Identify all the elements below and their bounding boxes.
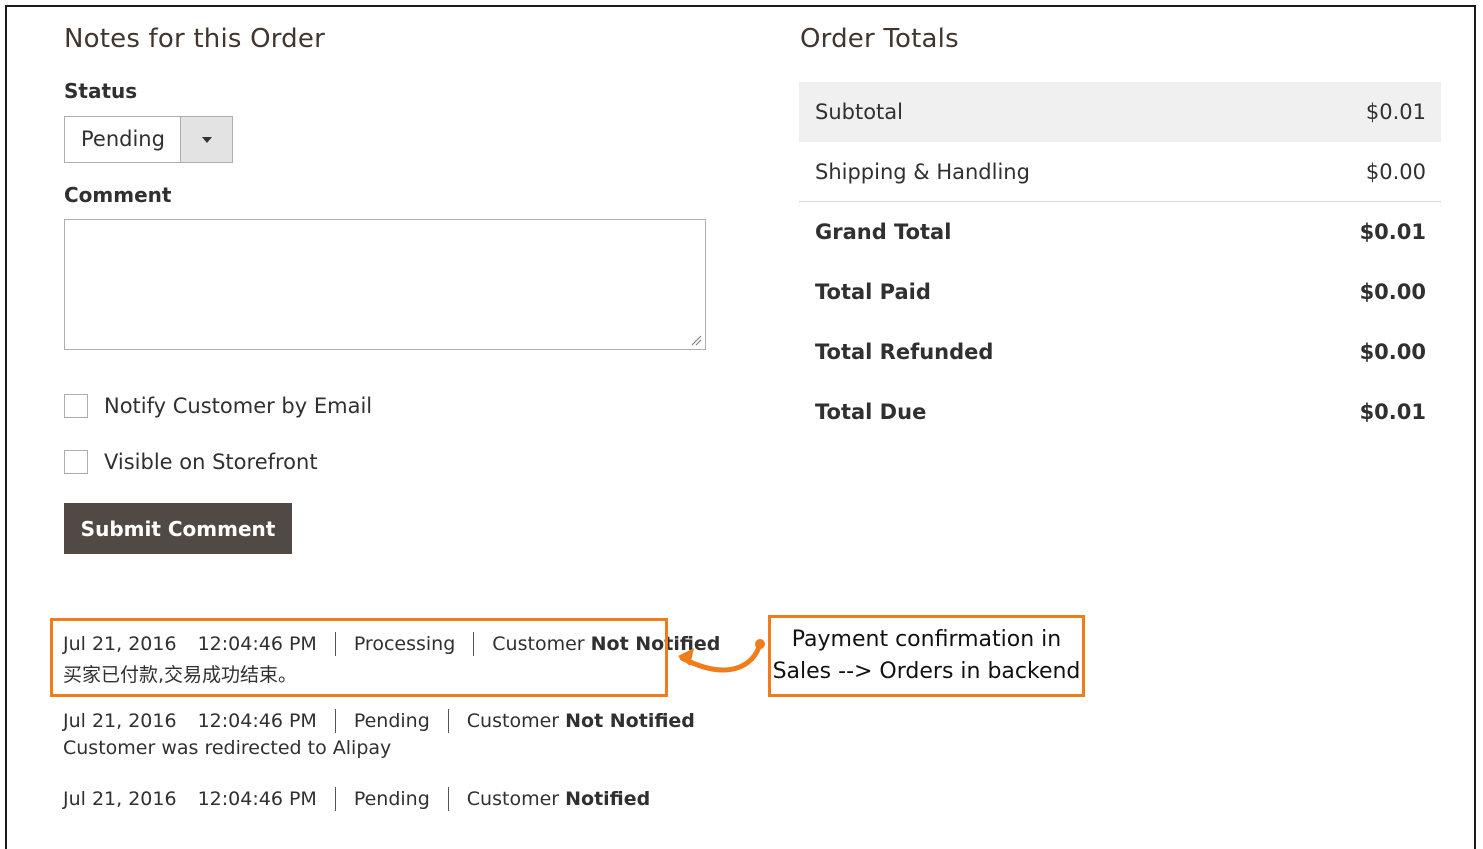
history-customer-prefix: Customer bbox=[466, 788, 560, 810]
totals-row-total-paid: Total Paid $0.00 bbox=[799, 262, 1441, 322]
separator bbox=[334, 787, 336, 811]
history-comment: Customer was redirected to Alipay bbox=[63, 737, 392, 759]
history-entry-meta: Jul 21, 2016 12:04:46 PM Pending Custome… bbox=[63, 709, 695, 733]
history-customer-state: Notified bbox=[565, 788, 651, 810]
separator bbox=[447, 787, 449, 811]
totals-row-total-due: Total Due $0.01 bbox=[799, 382, 1441, 442]
totals-row-total-refunded: Total Refunded $0.00 bbox=[799, 322, 1441, 382]
totals-row-label: Total Refunded bbox=[815, 340, 994, 364]
highlight-box bbox=[50, 618, 668, 697]
history-customer-state: Not Notified bbox=[565, 710, 695, 732]
totals-row-value: $0.01 bbox=[1359, 220, 1426, 244]
separator bbox=[334, 709, 336, 733]
comment-textarea[interactable] bbox=[64, 219, 706, 350]
history-status: Pending bbox=[353, 788, 430, 810]
order-totals-table: Subtotal $0.01 Shipping & Handling $0.00… bbox=[799, 82, 1441, 442]
totals-row-value: $0.00 bbox=[1359, 280, 1426, 304]
annotation-line-1: Payment confirmation in bbox=[791, 627, 1062, 652]
totals-row-label: Subtotal bbox=[815, 100, 903, 124]
totals-row-value: $0.01 bbox=[1359, 400, 1426, 424]
history-status: Pending bbox=[353, 710, 430, 732]
history-customer-prefix: Customer bbox=[466, 710, 560, 732]
comment-label: Comment bbox=[64, 183, 172, 207]
separator bbox=[447, 709, 449, 733]
totals-row-shipping: Shipping & Handling $0.00 bbox=[799, 142, 1441, 202]
annotation-callout: Payment confirmation in Sales --> Orders… bbox=[768, 615, 1085, 697]
totals-row-value: $0.00 bbox=[1365, 159, 1426, 184]
curved-arrow-icon bbox=[678, 639, 765, 673]
totals-row-label: Grand Total bbox=[815, 220, 952, 244]
visible-storefront-row[interactable]: Visible on Storefront bbox=[64, 450, 318, 474]
totals-row-value: $0.01 bbox=[1365, 100, 1426, 124]
visible-storefront-checkbox[interactable] bbox=[64, 450, 88, 474]
totals-row-value: $0.00 bbox=[1359, 340, 1426, 364]
history-entry: Jul 21, 2016 12:04:46 PM Pending Custome… bbox=[63, 709, 695, 759]
totals-row-label: Shipping & Handling bbox=[815, 159, 1030, 184]
history-time: 12:04:46 PM bbox=[197, 710, 317, 732]
notes-title: Notes for this Order bbox=[64, 24, 325, 54]
status-select[interactable]: Pending bbox=[64, 116, 233, 163]
totals-row-subtotal: Subtotal $0.01 bbox=[799, 82, 1441, 142]
status-select-value: Pending bbox=[81, 127, 165, 151]
notify-customer-checkbox[interactable] bbox=[64, 394, 88, 418]
history-time: 12:04:46 PM bbox=[197, 788, 317, 810]
notify-customer-row[interactable]: Notify Customer by Email bbox=[64, 394, 372, 418]
history-entry: Jul 21, 2016 12:04:46 PM Pending Custome… bbox=[63, 787, 650, 811]
status-label: Status bbox=[64, 79, 138, 103]
visible-storefront-label[interactable]: Visible on Storefront bbox=[104, 450, 318, 474]
history-entry-meta: Jul 21, 2016 12:04:46 PM Pending Custome… bbox=[63, 787, 650, 811]
totals-row-label: Total Paid bbox=[815, 280, 931, 304]
submit-comment-button[interactable]: Submit Comment bbox=[64, 503, 292, 554]
totals-title: Order Totals bbox=[800, 24, 959, 54]
totals-row-label: Total Due bbox=[815, 400, 927, 424]
notify-customer-label[interactable]: Notify Customer by Email bbox=[104, 394, 372, 418]
history-date: Jul 21, 2016 bbox=[63, 710, 177, 732]
chevron-down-icon[interactable] bbox=[180, 117, 232, 162]
totals-row-grand-total: Grand Total $0.01 bbox=[799, 202, 1441, 262]
annotation-line-2: Sales --> Orders in backend bbox=[772, 659, 1081, 684]
history-date: Jul 21, 2016 bbox=[63, 788, 177, 810]
